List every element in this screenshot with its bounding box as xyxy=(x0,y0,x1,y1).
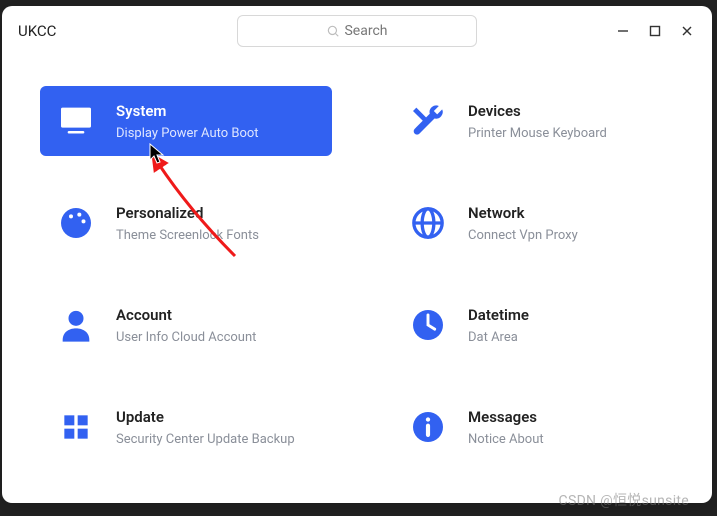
update-icon xyxy=(54,405,98,449)
category-subtitle: Printer Mouse Keyboard xyxy=(468,126,607,141)
tools-icon xyxy=(406,99,450,143)
category-devices[interactable]: Devices Printer Mouse Keyboard xyxy=(392,86,684,156)
category-personalized[interactable]: Personalized Theme Screenlock Fonts xyxy=(40,188,332,258)
category-title: Personalized xyxy=(116,204,259,222)
app-title: UKCC xyxy=(18,22,56,40)
window-controls xyxy=(616,24,702,38)
category-subtitle: Theme Screenlock Fonts xyxy=(116,228,259,243)
palette-icon xyxy=(54,201,98,245)
category-title: System xyxy=(116,102,259,120)
category-title: Messages xyxy=(468,408,544,426)
watermark: CSDN @恒悦sunsite xyxy=(559,490,689,510)
category-subtitle: User Info Cloud Account xyxy=(116,330,256,345)
category-update[interactable]: Update Security Center Update Backup xyxy=(40,392,332,462)
search-icon xyxy=(326,24,340,38)
category-subtitle: Dat Area xyxy=(468,330,529,345)
category-title: Update xyxy=(116,408,295,426)
user-icon xyxy=(54,303,98,347)
category-title: Datetime xyxy=(468,306,529,324)
clock-icon xyxy=(406,303,450,347)
control-center-window: UKCC Search System Display Power Auto Bo… xyxy=(2,6,712,503)
category-title: Devices xyxy=(468,102,607,120)
info-icon xyxy=(406,405,450,449)
category-title: Account xyxy=(116,306,256,324)
minimize-button[interactable] xyxy=(616,24,630,38)
category-messages[interactable]: Messages Notice About xyxy=(392,392,684,462)
category-subtitle: Display Power Auto Boot xyxy=(116,126,259,141)
search-input[interactable]: Search xyxy=(237,15,477,47)
maximize-button[interactable] xyxy=(648,24,662,38)
titlebar: UKCC Search xyxy=(2,6,712,56)
category-network[interactable]: Network Connect Vpn Proxy xyxy=(392,188,684,258)
category-subtitle: Connect Vpn Proxy xyxy=(468,228,578,243)
monitor-icon xyxy=(54,99,98,143)
category-datetime[interactable]: Datetime Dat Area xyxy=(392,290,684,360)
category-subtitle: Security Center Update Backup xyxy=(116,432,295,447)
category-account[interactable]: Account User Info Cloud Account xyxy=(40,290,332,360)
search-placeholder: Search xyxy=(344,23,387,39)
category-subtitle: Notice About xyxy=(468,432,544,447)
category-title: Network xyxy=(468,204,578,222)
close-button[interactable] xyxy=(680,24,694,38)
category-system[interactable]: System Display Power Auto Boot xyxy=(40,86,332,156)
category-grid: System Display Power Auto Boot Devices P… xyxy=(2,56,712,503)
globe-icon xyxy=(406,201,450,245)
